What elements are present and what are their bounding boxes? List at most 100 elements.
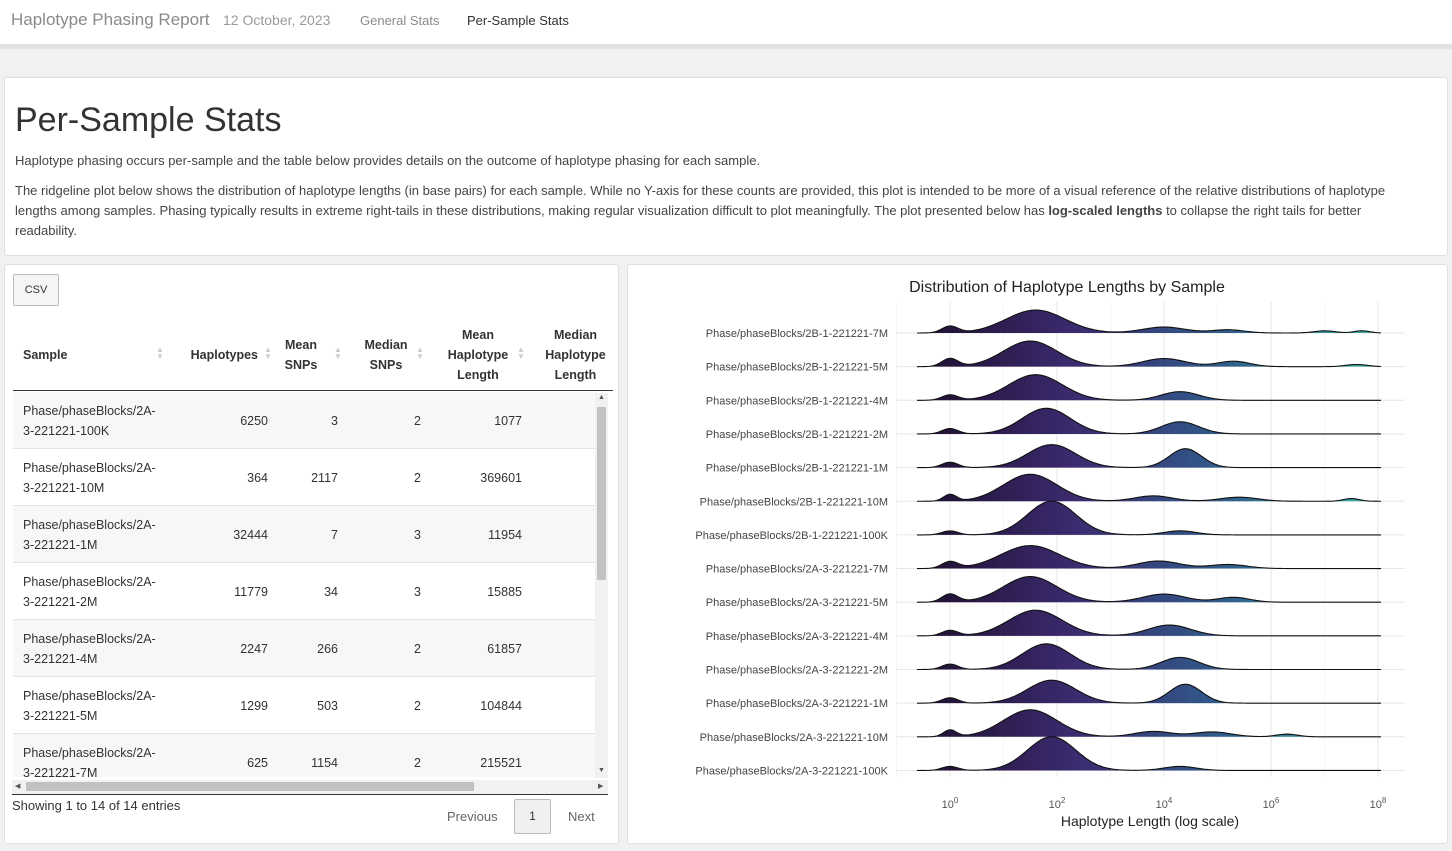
x-tick-label: 100 (942, 796, 959, 811)
x-axis: 100 102 104 106 108 (942, 796, 1387, 811)
ridge-area (917, 576, 1382, 603)
sort-icon[interactable]: ▲ ▼ (156, 346, 164, 362)
cell-sample: Phase/phaseBlocks/2A- 3-221221-1M (23, 517, 156, 552)
table-row: Phase/phaseBlocks/2A- 3-221221-7M 625 11… (13, 734, 596, 777)
next-page-button[interactable]: Next (568, 809, 595, 824)
sort-icon[interactable]: ▲ ▼ (416, 346, 424, 362)
scroll-down-arrow-icon[interactable]: ▼ (597, 767, 606, 774)
ridge-area (917, 709, 1382, 737)
cell-haplotypes: 2247 (240, 641, 268, 656)
table-body: Phase/phaseBlocks/2A- 3-221221-100K 6250… (13, 392, 596, 777)
x-axis-label: Haplotype Length (log scale) (1061, 813, 1239, 829)
cell-mean-length: 15885 (487, 584, 522, 599)
sort-icon[interactable]: ▲ ▼ (264, 346, 272, 362)
sort-icon[interactable]: ▲ ▼ (517, 346, 525, 362)
tab-per-sample-stats[interactable]: Per-Sample Stats (467, 13, 569, 28)
ridge-series (917, 736, 1382, 771)
cell-sample: Phase/phaseBlocks/2A- 3-221221-10M (23, 460, 156, 495)
ridge-outline (917, 643, 1381, 671)
table-card: CSV Sample ▲ ▼ Haplotypes ▲ ▼ Mean SNPs ▲ ▼… (4, 264, 619, 844)
table-row: Phase/phaseBlocks/2A- 3-221221-5M 1299 5… (13, 677, 596, 734)
ridge-area (917, 408, 1382, 434)
table-header: Sample ▲ ▼ Haplotypes ▲ ▼ Mean SNPs ▲ ▼ Med… (13, 319, 613, 391)
column-header-mean-length[interactable]: Mean Haplotype Length (433, 319, 523, 391)
ridge-series (917, 309, 1382, 334)
cell-mean-snps: 266 (317, 641, 338, 656)
column-label: Sample (23, 348, 68, 362)
cell-median-snps: 2 (414, 755, 421, 770)
ridge-area (917, 474, 1382, 502)
table-vertical-scrollbar[interactable]: ▲ ▼ (595, 393, 608, 778)
ridge-area (917, 444, 1382, 468)
cell-median-snps: 2 (414, 698, 421, 713)
cell-mean-snps: 3 (331, 413, 338, 428)
table-row: Phase/phaseBlocks/2A- 3-221221-10M 364 2… (13, 449, 596, 506)
page-1-button[interactable]: 1 (514, 799, 551, 834)
ridge-series (917, 340, 1382, 368)
report-title[interactable]: Haplotype Phasing Report (11, 10, 209, 30)
intro-paragraph: Haplotype phasing occurs per-sample and … (15, 153, 761, 168)
cell-sample: Phase/phaseBlocks/2A- 3-221221-7M (23, 745, 156, 778)
ridge-label: Phase/phaseBlocks/2B-1-221221-2M (706, 429, 888, 441)
report-date: 12 October, 2023 (223, 12, 331, 28)
cell-haplotypes: 32444 (233, 527, 268, 542)
column-header-median-snps[interactable]: Median SNPs (351, 319, 421, 391)
column-header-sample[interactable]: Sample (23, 319, 163, 391)
cell-mean-snps: 34 (324, 584, 338, 599)
ridge-series (917, 545, 1382, 570)
vertical-scroll-thumb[interactable] (597, 407, 606, 580)
csv-export-button[interactable]: CSV (13, 274, 59, 306)
cell-mean-length: 369601 (480, 470, 522, 485)
cell-median-snps: 2 (414, 413, 421, 428)
cell-median-snps: 3 (414, 584, 421, 599)
column-header-mean-snps[interactable]: Mean SNPs (275, 319, 327, 391)
column-header-haplotypes[interactable]: Haplotypes (163, 319, 258, 391)
column-label: Mean SNPs (284, 338, 318, 372)
previous-page-button[interactable]: Previous (447, 809, 498, 824)
table-info: Showing 1 to 14 of 14 entries (12, 798, 181, 813)
cell-mean-snps: 1154 (311, 755, 338, 770)
table-row: Phase/phaseBlocks/2A- 3-221221-1M 32444 … (13, 506, 596, 563)
ridge-area (917, 374, 1382, 401)
cell-haplotypes: 364 (247, 470, 268, 485)
ridge-label: Phase/phaseBlocks/2A-3-221221-100K (695, 765, 888, 777)
sort-icon[interactable]: ▲ ▼ (334, 346, 342, 362)
x-tick-label: 108 (1370, 796, 1387, 811)
ridge-label: Phase/phaseBlocks/2B-1-221221-5M (706, 362, 888, 374)
ridge-series (917, 444, 1382, 469)
ridge-series (917, 643, 1382, 671)
table-row: Phase/phaseBlocks/2A- 3-221221-100K 6250… (13, 392, 596, 449)
ridge-series (917, 709, 1382, 738)
cell-median-snps: 3 (414, 527, 421, 542)
scroll-right-arrow-icon[interactable]: ▶ (598, 782, 603, 790)
cell-haplotypes: 1299 (240, 698, 268, 713)
scroll-left-arrow-icon[interactable]: ◀ (15, 782, 20, 790)
ridge-outline (917, 736, 1381, 771)
intro-card: Per-Sample Stats Haplotype phasing occur… (4, 77, 1448, 256)
column-header-median-length[interactable]: Median Haplotype Length (538, 319, 613, 391)
tab-general-stats[interactable]: General Stats (360, 13, 440, 28)
ridge-label: Phase/phaseBlocks/2B-1-221221-4M (706, 395, 888, 407)
scroll-up-arrow-icon[interactable]: ▲ (597, 394, 606, 401)
cell-mean-length: 215521 (480, 755, 522, 770)
navbar-divider (0, 45, 1452, 49)
cell-mean-snps: 7 (331, 527, 338, 542)
ridgeline-description: The ridgeline plot below shows the distr… (15, 181, 1425, 241)
description-emphasis: log-scaled lengths (1048, 203, 1163, 218)
cell-mean-snps: 503 (317, 698, 338, 713)
cell-haplotypes: 625 (247, 755, 268, 770)
table-row: Phase/phaseBlocks/2A- 3-221221-2M 11779 … (13, 563, 596, 620)
table-horizontal-scrollbar[interactable]: ◀ ▶ (12, 780, 608, 794)
chart-title: Distribution of Haplotype Lengths by Sam… (909, 279, 1225, 296)
ridge-label: Phase/phaseBlocks/2A-3-221221-5M (706, 597, 888, 609)
ridge-outline (917, 407, 1381, 435)
ridge-series (916, 374, 1382, 401)
horizontal-scroll-thumb[interactable] (26, 782, 474, 791)
cell-haplotypes: 6250 (240, 413, 268, 428)
ridge-area (917, 341, 1382, 367)
ridge-label: Phase/phaseBlocks/2A-3-221221-7M (706, 564, 888, 576)
ridge-outline (917, 444, 1381, 469)
cell-sample: Phase/phaseBlocks/2A- 3-221221-5M (23, 688, 156, 723)
column-label: Mean Haplotype Length (447, 328, 509, 382)
ridge-label: Phase/phaseBlocks/2B-1-221221-100K (695, 530, 888, 542)
